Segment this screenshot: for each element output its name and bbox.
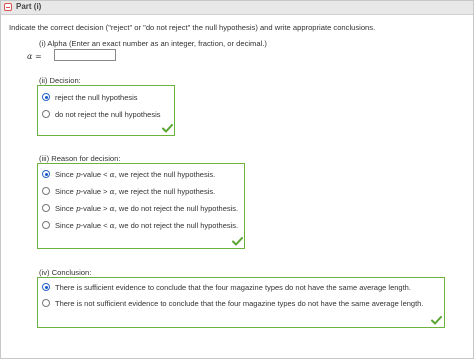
decision-radio-reject[interactable] bbox=[42, 93, 50, 101]
reason-radio-3[interactable] bbox=[42, 204, 50, 212]
conclusion-option-label: There is sufficient evidence to conclude… bbox=[55, 282, 411, 292]
check-mark-icon bbox=[162, 124, 173, 133]
reason-radio-4[interactable] bbox=[42, 221, 50, 229]
decision-option-label: do not reject the null hypothesis bbox=[55, 109, 161, 119]
conclusion-option-not-sufficient[interactable]: There is not sufficient evidence to conc… bbox=[42, 297, 423, 309]
alpha-label: (i) Alpha (Enter an exact number as an i… bbox=[39, 39, 267, 48]
alpha-symbol: α = bbox=[27, 52, 42, 61]
conclusion-radio-sufficient[interactable] bbox=[42, 283, 50, 291]
decision-option-do-not-reject[interactable]: do not reject the null hypothesis bbox=[42, 108, 160, 120]
reason-box: Since p-value < α, we reject the null hy… bbox=[37, 163, 245, 249]
reason-option-2[interactable]: Since p-value > α, we reject the null hy… bbox=[42, 185, 215, 197]
alpha-input[interactable] bbox=[54, 49, 116, 61]
decision-radio-do-not-reject[interactable] bbox=[42, 110, 50, 118]
part-title: Part (i) bbox=[16, 2, 42, 11]
reason-radio-1[interactable] bbox=[42, 170, 50, 178]
part-header[interactable]: Part (i) bbox=[1, 1, 473, 15]
reason-option-label: Since p-value < α, we do not reject the … bbox=[55, 220, 239, 230]
conclusion-radio-not-sufficient[interactable] bbox=[42, 299, 50, 307]
decision-option-reject[interactable]: reject the null hypothesis bbox=[42, 91, 138, 103]
decision-label: (ii) Decision: bbox=[39, 76, 81, 85]
check-mark-icon bbox=[232, 237, 243, 246]
instructions-text: Indicate the correct decision ("reject" … bbox=[9, 23, 376, 32]
reason-option-1[interactable]: Since p-value < α, we reject the null hy… bbox=[42, 168, 215, 180]
conclusion-option-sufficient[interactable]: There is sufficient evidence to conclude… bbox=[42, 281, 411, 293]
decision-option-label: reject the null hypothesis bbox=[55, 92, 138, 102]
reason-option-label: Since p-value > α, we reject the null hy… bbox=[55, 186, 216, 196]
reason-label: (iii) Reason for decision: bbox=[39, 154, 121, 163]
reason-option-label: Since p-value < α, we reject the null hy… bbox=[55, 169, 216, 179]
reason-option-4[interactable]: Since p-value < α, we do not reject the … bbox=[42, 219, 238, 231]
decision-box: reject the null hypothesis do not reject… bbox=[37, 85, 175, 136]
reason-radio-2[interactable] bbox=[42, 187, 50, 195]
conclusion-option-label: There is not sufficient evidence to conc… bbox=[55, 298, 424, 308]
conclusion-label: (iv) Conclusion: bbox=[39, 268, 92, 277]
reason-option-3[interactable]: Since p-value > α, we do not reject the … bbox=[42, 202, 238, 214]
check-mark-icon bbox=[431, 316, 442, 325]
conclusion-box: There is sufficient evidence to conclude… bbox=[37, 277, 445, 328]
collapse-icon[interactable] bbox=[4, 3, 12, 11]
reason-option-label: Since p-value > α, we do not reject the … bbox=[55, 203, 239, 213]
